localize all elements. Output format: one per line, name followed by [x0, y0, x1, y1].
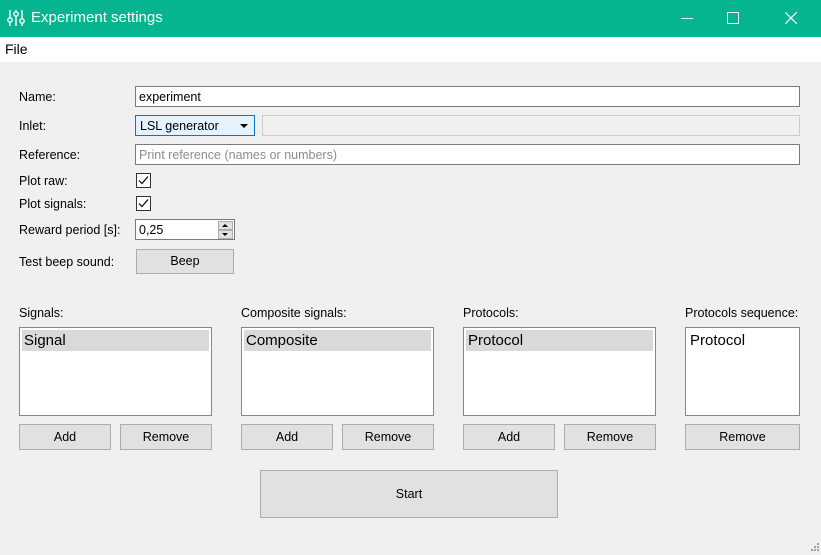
sliders-icon: [7, 10, 25, 26]
name-input[interactable]: experiment: [135, 86, 800, 107]
spin-up-button[interactable]: [218, 221, 233, 230]
composite-label: Composite signals:: [241, 306, 347, 320]
window-title: Experiment settings: [31, 9, 163, 26]
sequence-remove-button[interactable]: Remove: [685, 424, 800, 450]
protocols-label: Protocols:: [463, 306, 519, 320]
inlet-select-value: LSL generator: [140, 119, 219, 133]
beep-button[interactable]: Beep: [136, 249, 234, 274]
inlet-params-field: [262, 115, 800, 136]
inlet-select[interactable]: LSL generator: [135, 115, 255, 136]
plot-signals-label: Plot signals:: [19, 197, 87, 211]
plot-raw-checkbox[interactable]: [136, 173, 151, 188]
resize-grip-icon[interactable]: [809, 543, 819, 553]
sequence-list[interactable]: Protocol: [685, 327, 800, 416]
start-button[interactable]: Start: [260, 470, 558, 518]
sequence-label: Protocols sequence:: [685, 306, 799, 320]
reward-period-value: 0,25: [139, 223, 164, 237]
list-item[interactable]: Protocol: [688, 330, 797, 351]
arrow-up-icon: [222, 224, 228, 227]
list-item[interactable]: Protocol: [466, 330, 653, 351]
beep-label: Test beep sound:: [19, 255, 115, 269]
signals-add-button[interactable]: Add: [19, 424, 111, 450]
protocols-remove-button[interactable]: Remove: [564, 424, 656, 450]
name-label: Name:: [19, 90, 56, 104]
minimize-icon: [681, 18, 693, 19]
menu-file[interactable]: File: [5, 41, 28, 57]
list-item[interactable]: Composite: [244, 330, 431, 351]
protocols-add-button[interactable]: Add: [463, 424, 555, 450]
signals-list[interactable]: Signal: [19, 327, 212, 416]
protocols-list[interactable]: Protocol: [463, 327, 656, 416]
list-item[interactable]: Signal: [22, 330, 209, 351]
reward-period-label: Reward period [s]:: [19, 223, 121, 237]
spin-arrows: [218, 221, 233, 239]
signals-remove-button[interactable]: Remove: [120, 424, 212, 450]
maximize-icon: [727, 12, 739, 24]
menu-bar: File: [0, 37, 821, 62]
reference-input[interactable]: Print reference (names or numbers): [135, 144, 800, 165]
composite-list[interactable]: Composite: [241, 327, 434, 416]
maximize-button[interactable]: [710, 0, 756, 37]
close-button[interactable]: [768, 0, 814, 37]
plot-signals-checkbox[interactable]: [136, 196, 151, 211]
inlet-label: Inlet:: [19, 119, 47, 133]
reference-label: Reference:: [19, 148, 81, 162]
check-icon: [138, 176, 149, 185]
composite-remove-button[interactable]: Remove: [342, 424, 434, 450]
check-icon: [138, 199, 149, 208]
signals-label: Signals:: [19, 306, 64, 320]
arrow-down-icon: [222, 233, 228, 236]
close-icon: [785, 12, 797, 24]
spin-down-button[interactable]: [218, 230, 233, 239]
plot-raw-label: Plot raw:: [19, 174, 68, 188]
title-bar: Experiment settings: [0, 0, 821, 37]
composite-add-button[interactable]: Add: [241, 424, 333, 450]
chevron-down-icon: [240, 124, 248, 128]
reward-period-spinbox[interactable]: 0,25: [135, 219, 235, 240]
minimize-button[interactable]: [664, 0, 710, 37]
